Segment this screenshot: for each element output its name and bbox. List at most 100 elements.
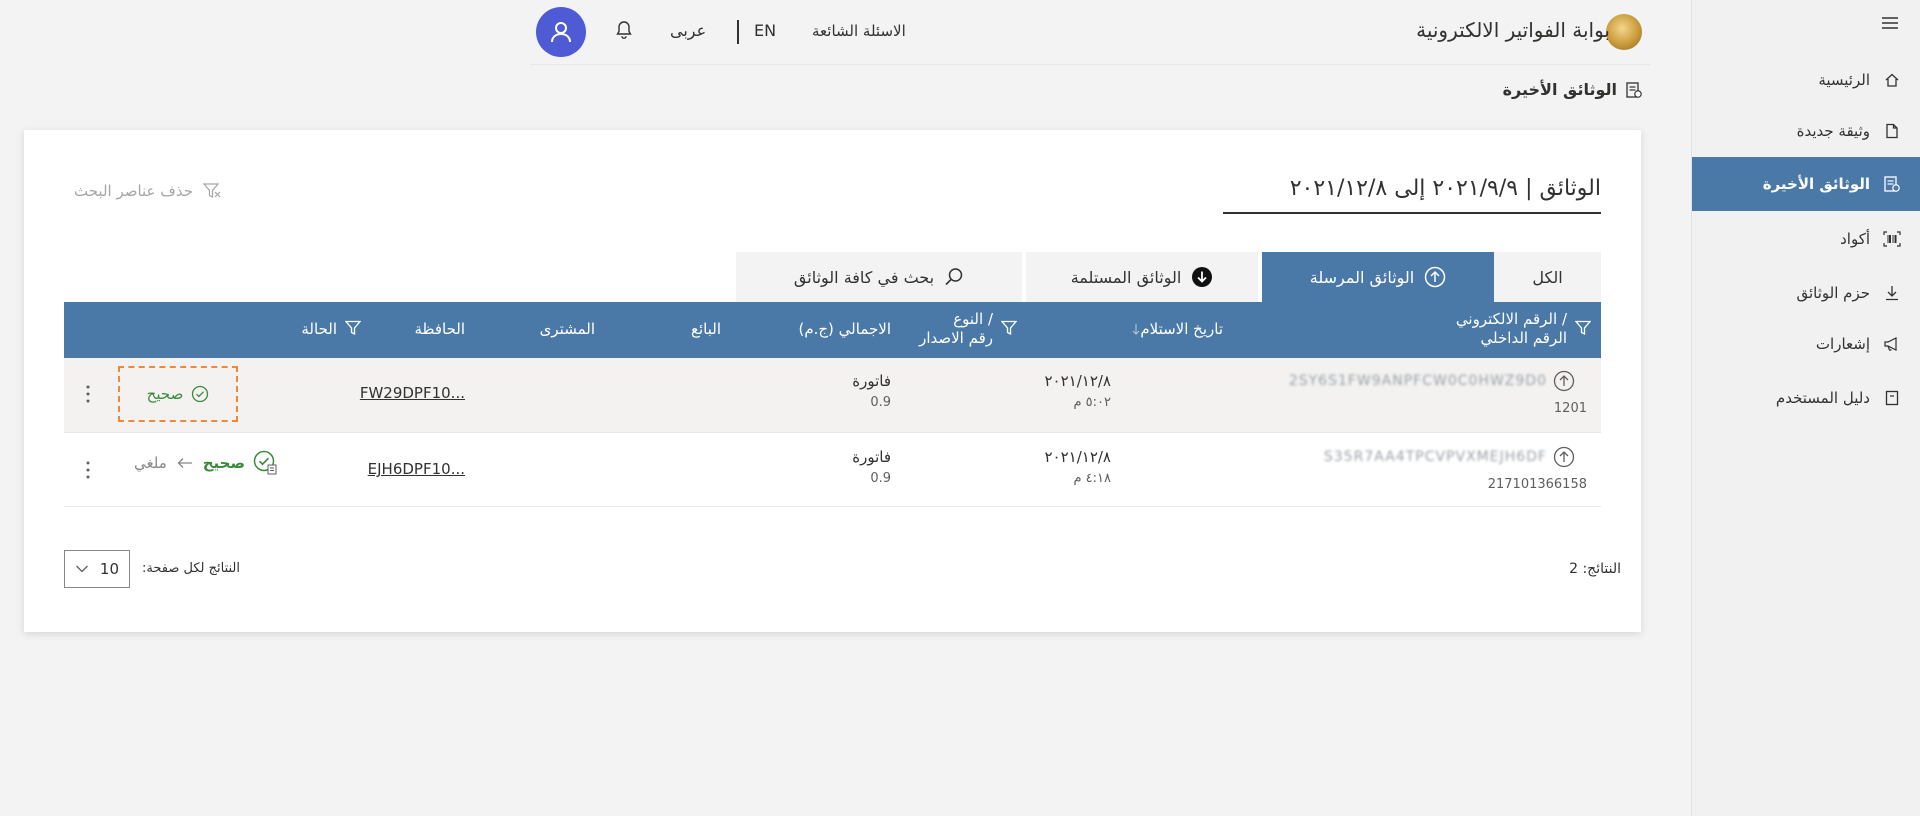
bell-icon[interactable] (615, 20, 633, 40)
sidebar-item-new-document[interactable]: وثيقة جديدة (1692, 104, 1920, 158)
book-icon (1882, 388, 1902, 408)
column-header-type[interactable]: النوع / رقم الاصدار (919, 310, 993, 348)
clear-filter-icon (202, 183, 221, 199)
tab-sent-documents[interactable]: الوثائق المرسلة (1262, 252, 1494, 302)
arrow-left-icon (177, 457, 193, 469)
user-avatar-button[interactable] (536, 7, 586, 57)
document-uuid[interactable]: S35R7AA4TPCVPVXMEJH6DF (1324, 449, 1547, 465)
results-per-page-value: 10 (99, 560, 119, 578)
column-header-received-label: تاريخ الاستلام (1140, 320, 1223, 338)
clear-search-filters-button[interactable]: حذف عناصر البحث (74, 182, 221, 200)
sidebar-item-recent-documents[interactable]: الوثائق الأخيرة (1692, 157, 1920, 211)
column-header-uuid-line1: الرقم الالكتروني / (1455, 310, 1567, 328)
internal-id: 1201 (1553, 401, 1587, 416)
more-actions-icon[interactable] (86, 384, 90, 404)
download-icon (1882, 283, 1902, 303)
home-icon (1882, 70, 1902, 90)
filter-icon[interactable] (1001, 320, 1017, 336)
sidebar-item-label: وثيقة جديدة (1796, 122, 1870, 140)
sidebar-item-label: حزم الوثائق (1796, 284, 1870, 302)
tab-received-documents[interactable]: الوثائق المستلمة (1026, 252, 1258, 302)
faq-link[interactable]: الاسئلة الشائعة (812, 22, 906, 40)
sidebar-item-label: الرئيسية (1818, 71, 1870, 89)
table-header: الرقم الالكتروني / الرقم الداخلي تاريخ ا… (64, 302, 1601, 358)
document-version: 0.9 (870, 471, 891, 486)
new-document-icon (1882, 121, 1902, 141)
column-header-uuid-line2: الرقم الداخلي (1480, 329, 1567, 347)
language-divider (737, 20, 739, 44)
column-header-received-date[interactable]: تاريخ الاستلام (1124, 320, 1223, 338)
document-type: فاتورة (852, 372, 891, 390)
received-date: ٢٠٢١/١٢/٨ (1044, 372, 1111, 390)
clear-search-filters-label: حذف عناصر البحث (74, 182, 193, 200)
top-header: بوابة الفواتير الالكترونية الاسئلة الشائ… (530, 0, 1650, 64)
recent-documents-icon (1882, 174, 1902, 194)
recent-documents-icon (1625, 81, 1643, 99)
more-actions-icon[interactable] (86, 460, 90, 480)
received-time: ٤:١٨ م (1073, 471, 1111, 486)
results-per-page-select[interactable]: 10 (64, 550, 130, 588)
table-row[interactable]: 2SY6S1FW9ANPFCW0C0HWZ9D0 1201 ٢٠٢١/١٢/٨ … (64, 358, 1601, 433)
column-header-uuid[interactable]: الرقم الالكتروني / الرقم الداخلي (1456, 310, 1567, 348)
filter-icon[interactable] (1575, 320, 1591, 336)
previous-status-label: ملغي (134, 454, 167, 472)
megaphone-icon (1882, 334, 1902, 354)
sidebar-item-codes[interactable]: أكواد (1692, 212, 1920, 266)
sidebar-item-label: إشعارات (1815, 335, 1870, 353)
portal-logo (1606, 14, 1642, 50)
submission-link[interactable]: EJH6DPF10... (368, 460, 465, 478)
tab-label: الوثائق المستلمة (1070, 267, 1182, 287)
sort-arrow-icon (1132, 323, 1140, 335)
barcode-icon (1882, 229, 1902, 249)
column-header-status[interactable]: الحالة (301, 320, 337, 338)
upload-circle-icon (1553, 446, 1575, 468)
status-badge[interactable]: ملغي صحيح (134, 450, 279, 476)
document-uuid[interactable]: 2SY6S1FW9ANPFCW0C0HWZ9D0 (1289, 373, 1547, 389)
received-time: ٥:٠٢ م (1073, 395, 1111, 410)
status-label: صحيح (146, 385, 184, 403)
column-header-submission[interactable]: الحافظة (414, 320, 465, 338)
search-icon (944, 267, 964, 287)
date-range-filter[interactable]: الوثائق | ٢٠٢١/٩/٩ إلى ٢٠٢١/١٢/٨ (1223, 176, 1601, 214)
language-en-button[interactable]: EN (754, 21, 776, 40)
page-title: الوثائق الأخيرة (1502, 80, 1617, 99)
sidebar-item-notifications[interactable]: إشعارات (1692, 317, 1920, 371)
received-date: ٢٠٢١/١٢/٨ (1044, 448, 1111, 466)
sidebar-item-document-packages[interactable]: حزم الوثائق (1692, 266, 1920, 320)
upload-circle-icon (1553, 370, 1575, 392)
table-row[interactable]: S35R7AA4TPCVPVXMEJH6DF 217101366158 ٢٠٢١… (64, 432, 1601, 507)
column-header-type-line1: النوع / (953, 310, 993, 328)
portal-title: بوابة الفواتير الالكترونية (1416, 18, 1610, 42)
page-title-row: الوثائق الأخيرة (1503, 80, 1643, 99)
sidebar-item-label: أكواد (1840, 230, 1870, 248)
results-per-page-label: النتائج لكل صفحة: (142, 561, 240, 576)
tab-search-all-documents[interactable]: بحث في كافة الوثائق (736, 252, 1022, 302)
check-circle-icon (253, 450, 279, 476)
documents-card: الوثائق | ٢٠٢١/٩/٩ إلى ٢٠٢١/١٢/٨ حذف عنا… (24, 130, 1641, 632)
language-ar-button[interactable]: عربى (670, 21, 706, 40)
sidebar-item-label: دليل المستخدم (1775, 389, 1870, 407)
filter-icon[interactable] (345, 320, 361, 336)
sidebar: الرئيسية وثيقة جديدة الوثائق الأخيرة أكو… (1691, 0, 1920, 816)
column-header-seller[interactable]: البائع (691, 320, 721, 338)
column-header-total[interactable]: الاجمالي (ج.م) (798, 320, 891, 338)
header-divider (530, 64, 1650, 65)
check-circle-icon (191, 385, 209, 403)
upload-circle-icon (1424, 266, 1446, 288)
tab-label: بحث في كافة الوثائق (793, 267, 935, 287)
tab-all[interactable]: الكل (1494, 252, 1601, 302)
internal-id: 217101366158 (1487, 477, 1587, 492)
hamburger-menu-icon[interactable] (1880, 14, 1900, 32)
results-count: النتائج: 2 (1569, 561, 1621, 577)
sidebar-item-home[interactable]: الرئيسية (1692, 53, 1920, 107)
column-header-buyer[interactable]: المشترى (540, 320, 595, 338)
status-label: صحيح (202, 454, 245, 472)
sidebar-item-label: الوثائق الأخيرة (1762, 175, 1870, 193)
column-header-type-line2: رقم الاصدار (919, 329, 993, 347)
submission-link[interactable]: FW29DPF10... (360, 384, 465, 402)
sidebar-item-user-guide[interactable]: دليل المستخدم (1692, 371, 1920, 425)
download-circle-icon (1191, 266, 1213, 288)
tab-label: الوثائق المرسلة (1309, 267, 1415, 287)
chevron-down-icon (75, 564, 89, 574)
status-badge[interactable]: صحيح (118, 366, 238, 422)
